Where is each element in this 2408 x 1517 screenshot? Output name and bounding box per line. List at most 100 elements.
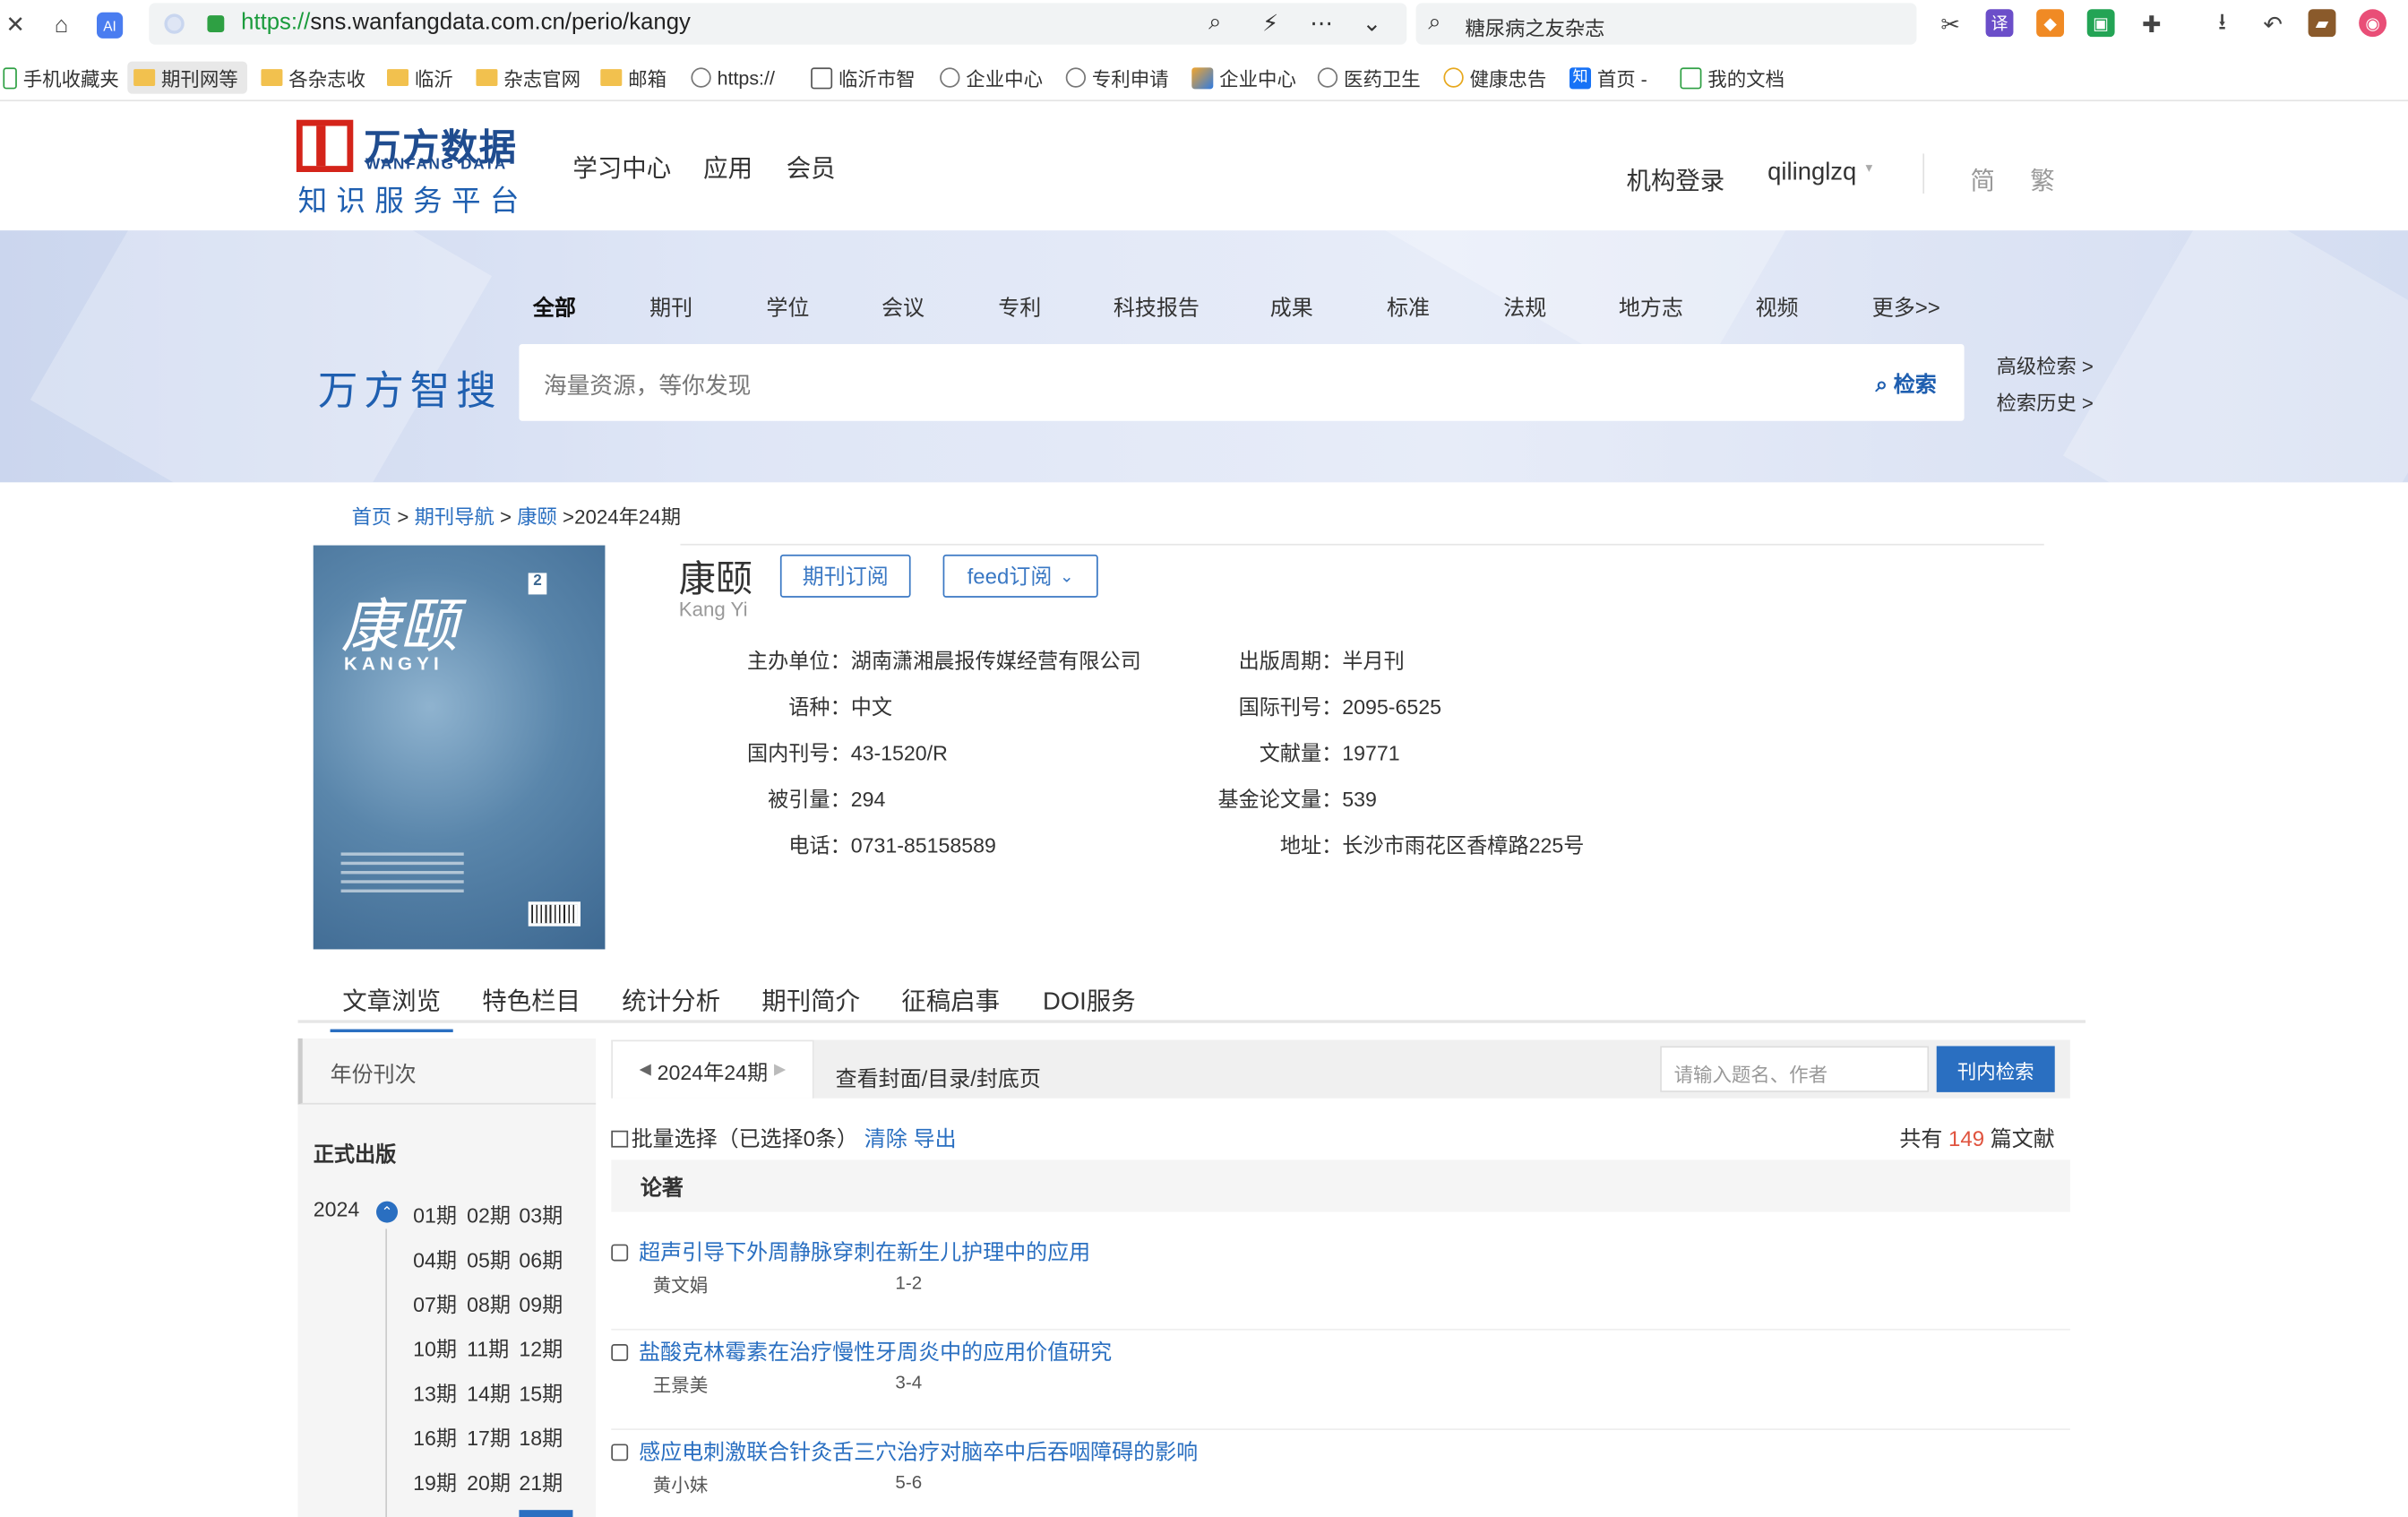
bookmark-item[interactable]: 企业中心 [1191,62,1296,94]
issue-link[interactable]: 07期 [413,1288,457,1318]
issue-link[interactable]: 10期 [413,1332,457,1362]
bookmark-item[interactable]: 我的文档 [1680,62,1784,94]
cat-local-chronicle[interactable]: 地方志 [1619,292,1683,323]
home-icon[interactable]: ⌂ [46,9,76,39]
bookmark-item[interactable]: 知首页 - [1570,62,1647,94]
journal-cover[interactable]: 康颐 KANGYI 2 [313,545,606,950]
bookmark-item[interactable]: 临沂 [387,62,453,94]
lang-traditional[interactable]: 繁 [2030,159,2054,196]
article-author[interactable]: 黄文娟 [653,1271,709,1297]
scissors-icon[interactable]: ✂ [1935,9,1965,39]
bookmark-item[interactable]: 邮箱 [600,62,666,94]
issue-link[interactable]: 14期 [467,1376,511,1407]
bookmark-item[interactable]: 各杂志收 [261,62,366,94]
cat-tech-report[interactable]: 科技报告 [1114,292,1200,323]
profile-icon[interactable]: ◉ [2359,9,2387,38]
cat-degree[interactable]: 学位 [766,292,809,323]
export-link[interactable]: 导出 [914,1123,957,1153]
cat-all[interactable]: 全部 [533,292,576,323]
view-cover-link[interactable]: 查看封面/目录/封底页 [836,1063,1041,1093]
article-author[interactable]: 黄小妹 [653,1471,709,1497]
in-journal-search-input[interactable]: 请输入题名、作者 [1660,1046,1930,1092]
issue-link[interactable]: 13期 [413,1376,457,1407]
cat-journal[interactable]: 期刊 [649,292,692,323]
org-login-link[interactable]: 机构登录 [1626,159,1724,196]
issue-link[interactable]: 09期 [519,1288,563,1318]
nav-study-center[interactable]: 学习中心 [572,148,671,185]
issue-link[interactable]: 15期 [519,1376,563,1407]
issue-link[interactable]: 18期 [519,1421,563,1452]
tab-featured[interactable]: 特色栏目 [482,980,580,1017]
main-search-input[interactable]: 海量资源，等你发现 ⌕ 检索 [519,344,1965,421]
year-label[interactable]: 2024 [314,1198,360,1221]
tab-intro[interactable]: 期刊简介 [761,980,860,1017]
nav-apps[interactable]: 应用 [703,148,752,185]
in-journal-search-button[interactable]: 刊内检索 [1936,1046,2055,1092]
translate-icon[interactable]: 译 [1985,9,2014,38]
feed-button[interactable]: feed订阅 ⌄ [942,554,1098,598]
issue-link[interactable]: 22期 [413,1510,457,1517]
article-checkbox[interactable] [611,1444,629,1461]
clear-link[interactable]: 清除 [864,1123,907,1153]
issue-link[interactable]: 01期 [413,1198,457,1228]
advanced-search-link[interactable]: 高级检索 > [1997,350,2094,380]
cat-video[interactable]: 视频 [1755,292,1798,323]
bookmark-item[interactable]: 期刊网等 [127,61,248,94]
ai-icon[interactable]: AI [97,12,124,39]
article-author[interactable]: 王景美 [653,1372,709,1398]
bookmark-item[interactable]: 健康忠告 [1443,62,1546,94]
search-button[interactable]: ⌕ 检索 [1876,368,1937,399]
fox-icon[interactable]: ◆ [2036,9,2065,38]
tab-statistics[interactable]: 统计分析 [622,980,720,1017]
cat-patent[interactable]: 专利 [998,292,1041,323]
cat-law[interactable]: 法规 [1503,292,1546,323]
cat-conference[interactable]: 会议 [882,292,924,323]
bookmark-item[interactable]: 手机收藏夹 [3,62,119,94]
tab-doi[interactable]: DOI服务 [1043,980,1136,1017]
crumb-journal-nav[interactable]: 期刊导航 [415,505,494,529]
reader-icon[interactable]: ▣ [2086,9,2115,38]
issue-link[interactable]: 03期 [519,1198,563,1228]
bookmark-item[interactable]: 企业中心 [940,62,1043,94]
user-menu[interactable]: qilinglzq ▾ [1767,159,1872,187]
subscribe-button[interactable]: 期刊订阅 [779,554,911,598]
bookmark-item[interactable]: 临沂市智 [811,62,916,94]
crumb-home[interactable]: 首页 [352,505,392,529]
issue-link[interactable]: 21期 [519,1465,563,1495]
issue-selector[interactable]: ◀ 2024年24期 ▶ [611,1039,814,1099]
article-checkbox[interactable] [611,1244,629,1262]
issue-link[interactable]: 17期 [467,1421,511,1452]
tab-article-browse[interactable]: 文章浏览 [330,980,453,1033]
chevron-up-icon[interactable]: ⌃ [376,1201,399,1223]
bookmark-item[interactable]: https:// [691,62,775,94]
issue-link[interactable]: 23期 [467,1510,511,1517]
issue-link[interactable]: 20期 [467,1465,511,1495]
issue-link[interactable]: 06期 [519,1243,563,1273]
wanfang-logo[interactable]: 万方数据 WANFANG DATA 知识服务平台 [296,119,527,218]
search-icon[interactable]: ⌕ [1208,9,1221,35]
tab-call-for-papers[interactable]: 征稿启事 [901,980,1000,1017]
issue-link[interactable]: 16期 [413,1421,457,1452]
search-history-link[interactable]: 检索历史 > [1997,387,2094,417]
briefcase-icon[interactable]: ▰ [2308,9,2336,38]
bookmark-item[interactable]: 医药卫生 [1317,62,1421,94]
issue-link[interactable]: 02期 [467,1198,511,1228]
more-icon[interactable]: ⋯ [1310,9,1333,37]
chevron-down-icon[interactable]: ⌄ [1363,9,1382,37]
bookmark-item[interactable]: 杂志官网 [476,62,580,94]
download-icon[interactable]: ⭳ [2206,8,2237,39]
article-checkbox[interactable] [611,1344,629,1361]
bookmark-item[interactable]: 专利申请 [1065,62,1169,94]
issue-link[interactable]: 05期 [467,1243,511,1273]
nav-membership[interactable]: 会员 [787,148,836,185]
cat-more[interactable]: 更多>> [1872,292,1940,323]
issue-link[interactable]: 04期 [413,1243,457,1273]
issue-link[interactable]: 08期 [467,1288,511,1318]
article-title[interactable]: 盐酸克林霉素在治疗慢性牙周炎中的应用价值研究 [639,1336,1112,1366]
issue-link[interactable]: 24期 [519,1510,572,1517]
bolt-icon[interactable]: ⚡ [1262,9,1278,37]
undo-icon[interactable]: ↶ [2258,9,2288,39]
article-title[interactable]: 感应电刺激联合针灸舌三穴治疗对脑卒中后吞咽障碍的影响 [639,1436,1198,1467]
issue-link[interactable]: 12期 [519,1332,563,1362]
cat-standard[interactable]: 标准 [1387,292,1430,323]
